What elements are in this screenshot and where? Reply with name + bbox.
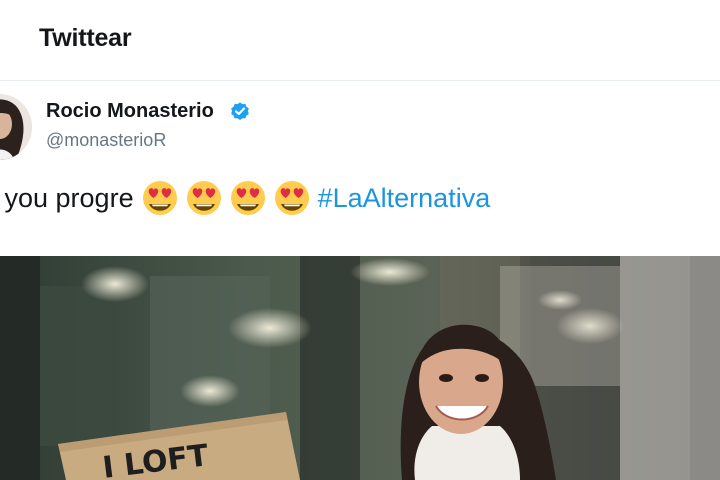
tweet-media-image[interactable]: I LOFT bbox=[0, 256, 720, 480]
heart-eyes-emoji-icon bbox=[142, 181, 177, 215]
heart-eyes-emoji-icon bbox=[186, 181, 221, 215]
hashtag-link[interactable]: #LaAlternativa bbox=[318, 183, 491, 214]
avatar[interactable] bbox=[0, 94, 32, 160]
verified-badge-icon bbox=[231, 102, 249, 120]
author-name[interactable]: Rocio Monasterio bbox=[46, 100, 214, 123]
page-title: Twittear bbox=[39, 24, 132, 52]
tweet-text-body: ft you progre bbox=[0, 182, 134, 213]
tweet-text: ft you progre #L bbox=[0, 180, 490, 216]
photo: I LOFT bbox=[0, 256, 720, 480]
avatar-image bbox=[0, 94, 32, 160]
heart-eyes-emoji-icon bbox=[230, 181, 265, 215]
heart-eyes-emoji-icon bbox=[274, 181, 309, 215]
page-header: Twittear bbox=[0, 0, 720, 81]
tweet-page: Twittear Rocio Monasterio @monasterioR f… bbox=[0, 0, 720, 480]
author-handle[interactable]: @monasterioR bbox=[46, 130, 166, 151]
